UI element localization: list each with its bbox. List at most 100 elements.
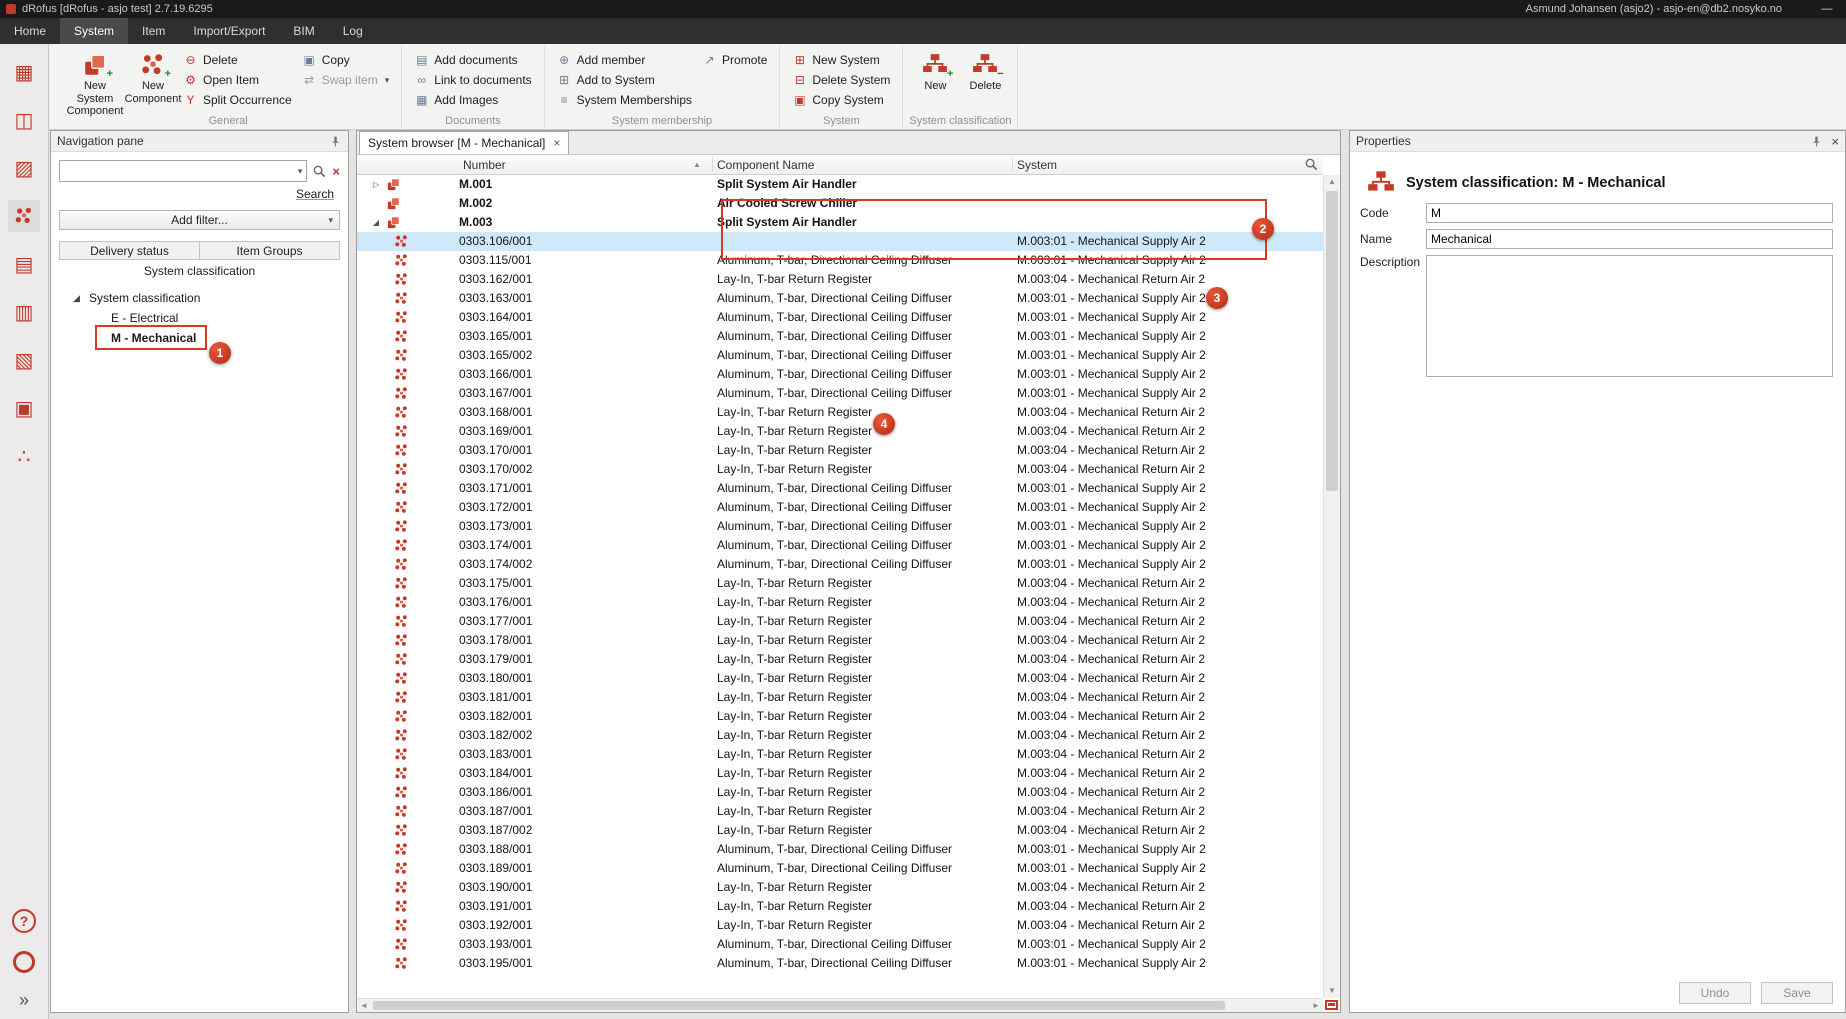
vertical-scrollbar[interactable]: ▲ ▼	[1323, 175, 1340, 998]
grid-row[interactable]: 0303.190/001 Lay-In, T-bar Return Regist…	[357, 878, 1323, 897]
grid-row[interactable]: ▷ M.001 Split System Air Handler	[357, 175, 1323, 194]
grid-row[interactable]: 0303.115/001 Aluminum, T-bar, Directiona…	[357, 251, 1323, 270]
tab-system-browser[interactable]: System browser [M - Mechanical] ×	[359, 131, 569, 154]
pin-icon[interactable]	[1810, 135, 1823, 148]
systems-module-icon[interactable]	[8, 200, 40, 232]
search-icon[interactable]	[312, 164, 327, 179]
undo-button[interactable]: Undo	[1679, 982, 1751, 1004]
grid-row[interactable]: 0303.170/002 Lay-In, T-bar Return Regist…	[357, 460, 1323, 479]
new-system-button[interactable]: ⊞ New System	[788, 51, 894, 69]
grid-row[interactable]: 0303.162/001 Lay-In, T-bar Return Regist…	[357, 270, 1323, 289]
menu-import-export[interactable]: Import/Export	[179, 18, 279, 44]
search-input[interactable]	[64, 162, 293, 180]
scroll-down-icon[interactable]: ▼	[1324, 984, 1340, 998]
grid-row[interactable]: 0303.178/001 Lay-In, T-bar Return Regist…	[357, 631, 1323, 650]
menu-log[interactable]: Log	[329, 18, 377, 44]
menu-system[interactable]: System	[60, 18, 128, 44]
functions-module-icon[interactable]: ◫	[8, 104, 40, 136]
rooms-module-icon[interactable]: ▦	[8, 56, 40, 88]
viewer-icon[interactable]	[1325, 1000, 1338, 1010]
grid-row[interactable]: 0303.192/001 Lay-In, T-bar Return Regist…	[357, 916, 1323, 935]
link-to-documents-button[interactable]: ∞ Link to documents	[410, 71, 535, 89]
minimize-button[interactable]: —	[1814, 3, 1840, 15]
split-occurrence-button[interactable]: Y Split Occurrence	[179, 91, 296, 109]
tree-expander-icon[interactable]: ◢	[73, 289, 80, 308]
delete-system-button[interactable]: ⊟ Delete System	[788, 71, 894, 89]
name-field[interactable]	[1426, 229, 1833, 249]
tab-delivery-status[interactable]: Delivery status	[59, 241, 200, 260]
grid-row[interactable]: 0303.175/001 Lay-In, T-bar Return Regist…	[357, 574, 1323, 593]
horizontal-scrollbar[interactable]: ◄ ►	[357, 998, 1323, 1012]
vertical-scroll-thumb[interactable]	[1326, 191, 1338, 491]
add-to-system-button[interactable]: ⊞ Add to System	[553, 71, 696, 89]
grid-row[interactable]: 0303.179/001 Lay-In, T-bar Return Regist…	[357, 650, 1323, 669]
grid-row[interactable]: 0303.168/001 Lay-In, T-bar Return Regist…	[357, 403, 1323, 422]
copy-button[interactable]: ▣ Copy	[298, 51, 394, 69]
scroll-up-icon[interactable]: ▲	[1324, 175, 1340, 189]
add-filter-button[interactable]: Add filter... ▾	[59, 210, 340, 230]
grid-row[interactable]: M.002 Air Cooled Screw Chiller	[357, 194, 1323, 213]
add-member-button[interactable]: ⊕ Add member	[553, 51, 696, 69]
menu-home[interactable]: Home	[0, 18, 60, 44]
grid-row[interactable]: 0303.106/001 M.003:01 - Mechanical Suppl…	[357, 232, 1323, 251]
horizontal-scroll-thumb[interactable]	[373, 1001, 1225, 1010]
items-module-icon[interactable]: ▤	[8, 248, 40, 280]
grid-row[interactable]: 0303.163/001 Aluminum, T-bar, Directiona…	[357, 289, 1323, 308]
copy-system-button[interactable]: ▣ Copy System	[788, 91, 894, 109]
grid-row[interactable]: 0303.189/001 Aluminum, T-bar, Directiona…	[357, 859, 1323, 878]
grid-row[interactable]: 0303.167/001 Aluminum, T-bar, Directiona…	[357, 384, 1323, 403]
reports-module-icon[interactable]: ▣	[8, 392, 40, 424]
column-header-component-name[interactable]: Component Name	[717, 155, 814, 175]
menu-item[interactable]: Item	[128, 18, 179, 44]
column-header-number[interactable]: Number	[463, 155, 506, 175]
grid-row[interactable]: 0303.182/002 Lay-In, T-bar Return Regist…	[357, 726, 1323, 745]
grid-row[interactable]: 0303.172/001 Aluminum, T-bar, Directiona…	[357, 498, 1323, 517]
grid-row[interactable]: 0303.191/001 Lay-In, T-bar Return Regist…	[357, 897, 1323, 916]
support-icon[interactable]	[13, 951, 35, 973]
grid-row[interactable]: 0303.169/001 Lay-In, T-bar Return Regist…	[357, 422, 1323, 441]
menu-bim[interactable]: BIM	[279, 18, 328, 44]
clear-search-icon[interactable]: ×	[332, 164, 340, 179]
grid-row[interactable]: 0303.182/001 Lay-In, T-bar Return Regist…	[357, 707, 1323, 726]
grid-row[interactable]: 0303.187/002 Lay-In, T-bar Return Regist…	[357, 821, 1323, 840]
scroll-left-icon[interactable]: ◄	[357, 999, 371, 1012]
grid-row[interactable]: 0303.176/001 Lay-In, T-bar Return Regist…	[357, 593, 1323, 612]
add-documents-button[interactable]: ▤ Add documents	[410, 51, 535, 69]
row-expander-icon[interactable]: ▷	[369, 175, 383, 194]
grid-search-icon[interactable]	[1304, 157, 1319, 172]
new-component-button[interactable]: + New Component	[129, 48, 177, 113]
products-module-icon[interactable]: ▥	[8, 296, 40, 328]
search-link[interactable]: Search	[296, 187, 334, 201]
grid-row[interactable]: 0303.180/001 Lay-In, T-bar Return Regist…	[357, 669, 1323, 688]
relations-module-icon[interactable]: ∴	[8, 440, 40, 472]
tree-node-mechanical[interactable]: M - Mechanical	[51, 328, 348, 348]
save-button[interactable]: Save	[1761, 982, 1833, 1004]
grid-row[interactable]: 0303.165/002 Aluminum, T-bar, Directiona…	[357, 346, 1323, 365]
search-dropdown-icon[interactable]: ▾	[298, 166, 303, 177]
grid-row[interactable]: 0303.173/001 Aluminum, T-bar, Directiona…	[357, 517, 1323, 536]
add-images-button[interactable]: ▦ Add Images	[410, 91, 535, 109]
grid-row[interactable]: 0303.164/001 Aluminum, T-bar, Directiona…	[357, 308, 1323, 327]
grid-row[interactable]: 0303.171/001 Aluminum, T-bar, Directiona…	[357, 479, 1323, 498]
grid-row[interactable]: 0303.187/001 Lay-In, T-bar Return Regist…	[357, 802, 1323, 821]
expand-sidebar-icon[interactable]: »	[19, 991, 29, 1009]
grid-row[interactable]: 0303.177/001 Lay-In, T-bar Return Regist…	[357, 612, 1323, 631]
column-header-system[interactable]: System	[1017, 155, 1057, 175]
close-panel-icon[interactable]: ×	[1831, 134, 1839, 149]
tab-item-groups[interactable]: Item Groups	[200, 241, 340, 260]
classification-new-button[interactable]: + New	[911, 48, 959, 113]
code-field[interactable]	[1426, 203, 1833, 223]
grid-row[interactable]: 0303.183/001 Lay-In, T-bar Return Regist…	[357, 745, 1323, 764]
grid-row[interactable]: 0303.181/001 Lay-In, T-bar Return Regist…	[357, 688, 1323, 707]
swap-item-button[interactable]: ⇄ Swap item ▾	[298, 71, 394, 89]
grid-row[interactable]: 0303.170/001 Lay-In, T-bar Return Regist…	[357, 441, 1323, 460]
grid-row[interactable]: 0303.193/001 Aluminum, T-bar, Directiona…	[357, 935, 1323, 954]
close-tab-icon[interactable]: ×	[553, 136, 560, 150]
classification-delete-button[interactable]: − Delete	[961, 48, 1009, 113]
row-expander-icon[interactable]: ◢	[369, 213, 383, 232]
tree-node-electrical[interactable]: E - Electrical	[51, 308, 348, 328]
grid-row[interactable]: ◢ M.003 Split System Air Handler	[357, 213, 1323, 232]
open-item-button[interactable]: ⚙ Open Item	[179, 71, 296, 89]
pin-icon[interactable]	[329, 135, 342, 148]
scroll-right-icon[interactable]: ►	[1309, 999, 1323, 1012]
